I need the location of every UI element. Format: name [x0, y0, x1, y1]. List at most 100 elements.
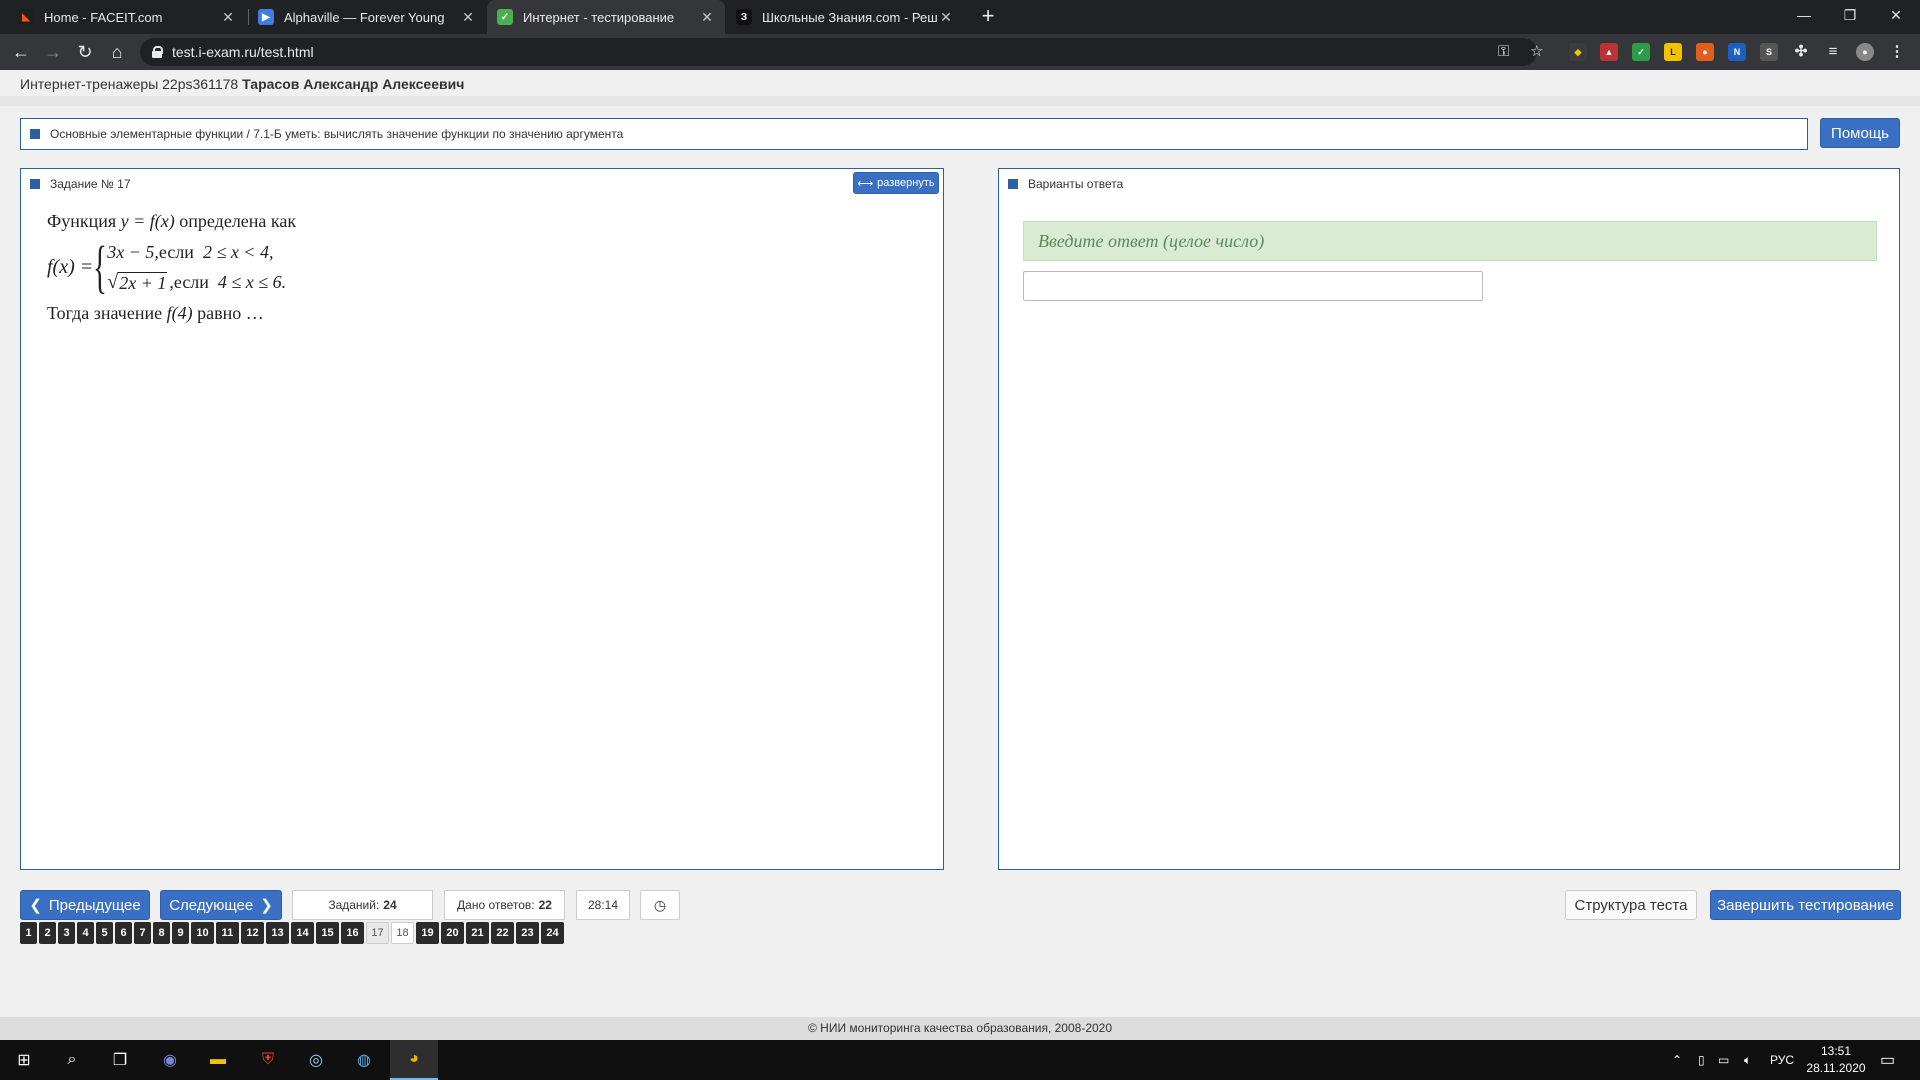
back-icon[interactable]: ← [8, 39, 34, 65]
task-content: Функция y = f(x) определена как f(x) = {… [47, 207, 467, 327]
extension-icon[interactable]: ▲ [1600, 43, 1618, 61]
clock-time: 13:51 [1820, 1044, 1852, 1058]
avatar[interactable]: ● [1856, 43, 1874, 61]
page-content: Интернет-тренажеры 22ps361178 Тарасов Ал… [0, 70, 1920, 1040]
extension-icon[interactable]: L [1664, 43, 1682, 61]
question-number-button[interactable]: 4 [77, 922, 94, 944]
address-bar[interactable]: test.i-exam.ru/test.html ⚿ ☆ [140, 38, 1543, 66]
answer-input[interactable] [1023, 271, 1483, 301]
minimize-icon[interactable]: — [1781, 0, 1827, 30]
close-tab-icon[interactable]: ✕ [220, 9, 236, 26]
task-title: Задание № 17 [50, 177, 131, 191]
question-number-button[interactable]: 20 [441, 922, 464, 944]
square-marker-icon [30, 179, 40, 189]
forward-icon[interactable]: → [40, 39, 66, 65]
task-view-icon[interactable]: ❐ [96, 1040, 144, 1080]
teamspeak-icon[interactable]: ◍ [340, 1040, 388, 1080]
question-number-button[interactable]: 17 [366, 922, 389, 944]
tab-alphaville[interactable]: ▶ Alphaville — Forever Young ✕ [248, 0, 486, 34]
playlist-icon[interactable]: ≡ [1824, 43, 1842, 61]
chrome-icon[interactable]: ◕ [390, 1040, 438, 1080]
tab-faceit[interactable]: ◣ Home - FACEIT.com ✕ [8, 0, 246, 34]
timer-toggle-button[interactable]: ◷ [640, 890, 680, 920]
discord-icon[interactable]: ◉ [146, 1040, 194, 1080]
divider [0, 96, 1920, 106]
extension-icon[interactable]: ● [1696, 43, 1714, 61]
question-number-button[interactable]: 6 [115, 922, 132, 944]
extension-icon[interactable]: S [1760, 43, 1778, 61]
test-site-icon: ✓ [497, 9, 513, 25]
question-number-button[interactable]: 5 [96, 922, 113, 944]
finish-test-button[interactable]: Завершить тестирование [1710, 890, 1901, 920]
question-number-button[interactable]: 21 [466, 922, 489, 944]
left-brace-icon: { [93, 234, 108, 299]
question-number-button[interactable]: 12 [241, 922, 264, 944]
battery-icon: ▯ [1698, 1053, 1705, 1067]
extension-icon[interactable]: ◆ [1569, 43, 1587, 61]
task-question: Тогда значение f(4) равно … [47, 302, 264, 323]
clock-date: 28.11.2020 [1806, 1061, 1866, 1075]
task-panel: Задание № 17 ⟷ развернуть Функция y = f(… [20, 168, 944, 870]
reload-icon[interactable]: ↻ [72, 39, 98, 65]
close-window-icon[interactable]: ✕ [1873, 0, 1919, 30]
help-button[interactable]: Помощь [1820, 118, 1900, 148]
answer-panel-header: Варианты ответа [1008, 177, 1123, 191]
question-number-button[interactable]: 22 [491, 922, 514, 944]
question-number-button[interactable]: 24 [541, 922, 564, 944]
new-tab-button[interactable]: + [975, 4, 1001, 30]
question-number-button[interactable]: 15 [316, 922, 339, 944]
breadcrumb-text: Основные элементарные функции / 7.1-Б ум… [50, 127, 624, 141]
language-indicator[interactable]: РУС [1770, 1040, 1794, 1080]
question-number-button[interactable]: 14 [291, 922, 314, 944]
user-name: Тарасов Александр Алексеевич [242, 76, 465, 92]
question-number-button[interactable]: 11 [216, 922, 239, 944]
tab-znanija[interactable]: З Школьные Знания.com - Решае ✕ [726, 0, 964, 34]
close-tab-icon[interactable]: ✕ [699, 9, 715, 26]
answer-panel: Варианты ответа Введите ответ (целое чис… [998, 168, 1900, 870]
key-icon[interactable]: ⚿ [1498, 38, 1509, 66]
test-structure-button[interactable]: Структура теста [1565, 890, 1697, 920]
question-number-button[interactable]: 2 [39, 922, 56, 944]
puzzle-icon[interactable]: ✣ [1792, 43, 1810, 61]
notifications-icon[interactable]: ▭ [1880, 1040, 1895, 1080]
network-icon[interactable]: ▭ [1718, 1040, 1729, 1080]
volume-icon[interactable]: 🔈︎ [1744, 1040, 1751, 1080]
question-number-button[interactable]: 7 [134, 922, 151, 944]
question-number-button[interactable]: 16 [341, 922, 364, 944]
question-number-button[interactable]: 8 [153, 922, 170, 944]
close-tab-icon[interactable]: ✕ [938, 9, 954, 26]
star-icon[interactable]: ☆ [1530, 38, 1543, 66]
question-number-button[interactable]: 18 [391, 922, 414, 944]
home-icon[interactable]: ⌂ [104, 39, 130, 65]
question-number-button[interactable]: 10 [191, 922, 214, 944]
expand-button[interactable]: ⟷ развернуть [853, 172, 939, 194]
question-number-button[interactable]: 23 [516, 922, 539, 944]
clock[interactable]: 13:51 28.11.2020 [1800, 1043, 1872, 1077]
close-tab-icon[interactable]: ✕ [460, 9, 476, 26]
windows-start-icon[interactable]: ⊞ [0, 1040, 48, 1080]
question-number-button[interactable]: 9 [172, 922, 189, 944]
question-number-button[interactable]: 1 [20, 922, 37, 944]
antivirus-icon[interactable]: ⛨ [244, 1040, 292, 1080]
restore-icon[interactable]: ❐ [1827, 0, 1873, 30]
square-marker-icon [1008, 179, 1018, 189]
shield-extension-icon[interactable]: ✓ [1632, 43, 1650, 61]
square-root: √ 2x + 1 [107, 271, 168, 293]
answered-count: Дано ответов: 22 [444, 890, 565, 920]
steam-icon[interactable]: ◎ [292, 1040, 340, 1080]
question-number-button[interactable]: 13 [266, 922, 289, 944]
search-icon[interactable]: ⌕ [48, 1040, 96, 1080]
file-explorer-icon[interactable]: ▬ [194, 1040, 242, 1080]
menu-icon[interactable]: ⋮ [1888, 43, 1906, 61]
url-text: test.i-exam.ru/test.html [172, 44, 314, 60]
question-number-button[interactable]: 19 [416, 922, 439, 944]
tab-internet-testing[interactable]: ✓ Интернет - тестирование ✕ [487, 0, 725, 34]
windows-taskbar: ⊞ ⌕ ❐ ◉ ▬ ⛨ ◎ ◍ ◕ ⌃ ▯ ▭ 🔈︎ РУС 13:51 28.… [0, 1040, 1920, 1080]
extension-icon[interactable]: N [1728, 43, 1746, 61]
task-intro: Функция y = f(x) определена как [47, 210, 297, 231]
previous-button[interactable]: ❮ Предыдущее [20, 890, 150, 920]
next-button[interactable]: Следующее ❯ [160, 890, 282, 920]
tray-chevron-up-icon[interactable]: ⌃ [1672, 1040, 1682, 1080]
question-number-button[interactable]: 3 [58, 922, 75, 944]
answer-hint: Введите ответ (целое число) [1023, 221, 1877, 261]
